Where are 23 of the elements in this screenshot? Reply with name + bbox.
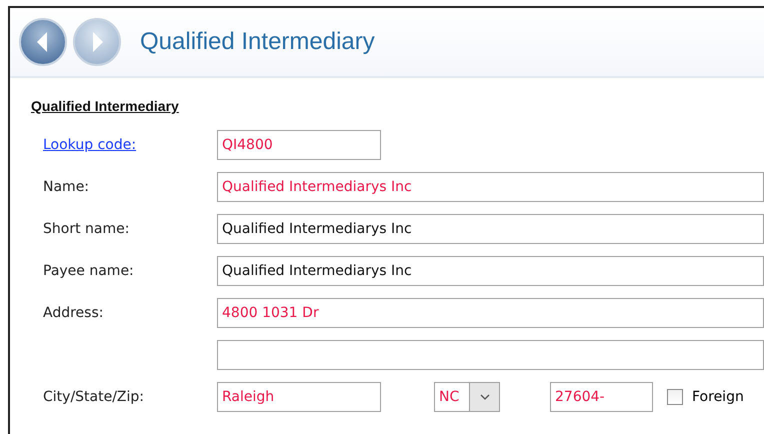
text-field[interactable]: QI4800 [217, 130, 381, 160]
field-label: City/State/Zip: [42, 389, 146, 405]
text-field[interactable] [217, 340, 764, 370]
text-field[interactable]: Qualified Intermediarys Inc [217, 172, 764, 202]
text-field[interactable]: Raleigh [217, 382, 381, 412]
field-link[interactable]: Lookup code: [31, 137, 217, 153]
text-field[interactable]: 27604- [550, 382, 653, 412]
field-label: Name: [42, 179, 90, 195]
field-label: Short name: [42, 221, 130, 237]
text-field[interactable]: 4800 1031 Dr [217, 298, 764, 328]
text-field[interactable]: Qualified Intermediarys Inc [217, 214, 764, 244]
dropdown-button[interactable] [470, 382, 500, 412]
section-title: Qualified Intermediary [31, 98, 180, 114]
checkbox[interactable] [667, 389, 683, 405]
forward-button[interactable] [72, 17, 122, 67]
chevron-down-icon [480, 394, 490, 400]
back-button[interactable] [18, 17, 68, 67]
text-field[interactable]: Qualified Intermediarys Inc [217, 256, 764, 286]
field-label: Payee name: [42, 263, 135, 279]
checkbox-label: Foreign [692, 389, 744, 405]
field-label: Address: [42, 305, 104, 321]
page-title: Qualified Intermediary [140, 28, 375, 56]
state-dropdown[interactable]: NC [434, 382, 470, 412]
